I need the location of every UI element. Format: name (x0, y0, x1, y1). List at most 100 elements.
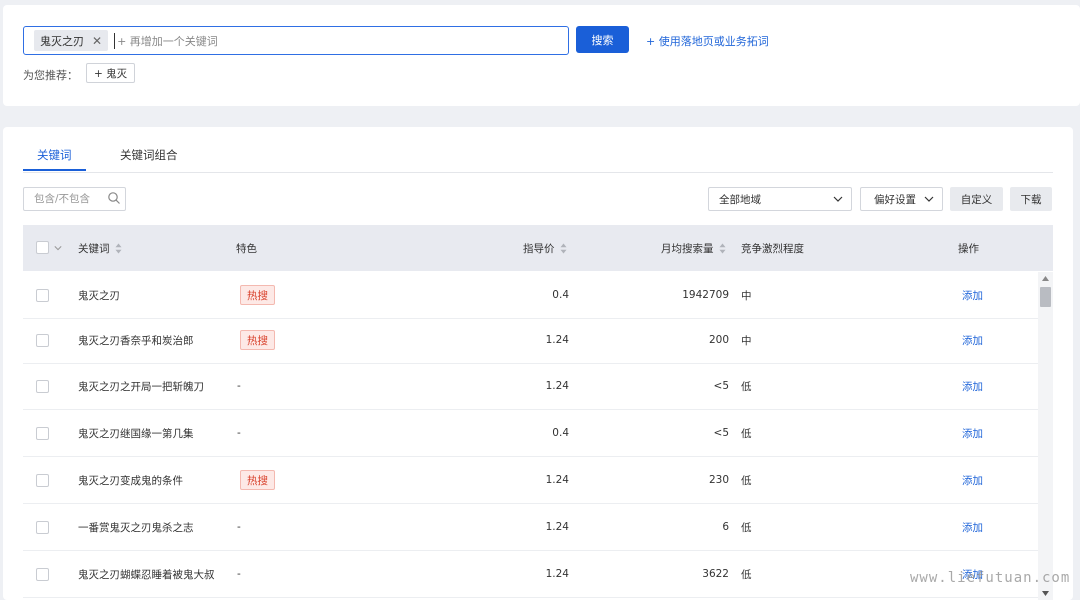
price-cell: 1.24 (545, 474, 569, 486)
search-icon[interactable] (107, 191, 121, 205)
watermark: www.liefutuan.com (910, 570, 1071, 586)
table-row: 鬼灭之刃 热搜 0.4 1942709 中 添加 (23, 272, 1038, 319)
keyword-tag: 鬼灭之刃 ✕ (34, 30, 109, 51)
table-row: 鬼灭之刃变成鬼的条件 热搜 1.24 230 低 添加 (23, 457, 1038, 504)
table-header: 关键词 特色 指导价 月均搜索量 竞争激烈程度 操作 (23, 225, 1053, 271)
volume-cell: <5 (713, 427, 729, 439)
add-keyword-link[interactable]: 添加 (962, 520, 983, 535)
volume-cell: 200 (708, 334, 729, 346)
add-keyword-link[interactable]: 添加 (962, 333, 983, 348)
table-row: 鬼灭之刃香奈乎和炭治郎 热搜 1.24 200 中 添加 (23, 317, 1038, 364)
download-button[interactable]: 下载 (1010, 187, 1052, 211)
volume-cell: <5 (713, 380, 729, 392)
header-feature: 特色 (236, 241, 257, 256)
tab-keywords[interactable]: 关键词 (37, 147, 72, 163)
tab-keyword-combination[interactable]: 关键词组合 (120, 147, 178, 163)
sort-icon[interactable] (560, 243, 567, 254)
volume-cell: 3622 (702, 568, 729, 580)
recommend-chip[interactable]: + 鬼灭 (86, 63, 136, 83)
tabs-divider (23, 172, 1053, 173)
competition-cell: 中 (741, 334, 752, 347)
competition-cell: 低 (741, 380, 752, 393)
sort-icon[interactable] (719, 243, 726, 254)
hot-badge: 热搜 (240, 470, 275, 490)
add-keyword-link[interactable]: 添加 (962, 379, 983, 394)
header-monthly-volume[interactable]: 月均搜索量 (661, 241, 726, 256)
row-checkbox[interactable] (36, 288, 49, 302)
volume-cell: 6 (722, 521, 729, 533)
scrollbar-thumb[interactable] (1040, 287, 1051, 307)
table-row: 鬼灭之刃之开局一把斩魄刀 - 1.24 <5 低 添加 (23, 363, 1038, 410)
volume-cell: 230 (708, 474, 729, 486)
customize-button[interactable]: 自定义 (950, 187, 1003, 211)
search-panel: 鬼灭之刃 ✕ + 再增加一个关键词 搜索 + 使用落地页或业务拓词 为您推荐： … (3, 5, 1080, 106)
price-cell: 1.24 (545, 568, 569, 580)
select-all-control[interactable] (36, 241, 62, 254)
feature-cell: - (237, 521, 241, 533)
feature-cell: - (237, 380, 241, 392)
header-competition: 竞争激烈程度 (741, 241, 804, 256)
search-button[interactable]: 搜索 (576, 26, 629, 53)
table-row: 鬼灭之刃蝴蝶忍睡着被鬼大叔 - 1.24 3622 低 添加 (23, 551, 1038, 598)
chevron-down-icon (833, 196, 843, 202)
search-placeholder: + 再增加一个关键词 (117, 34, 218, 48)
header-price[interactable]: 指导价 (523, 241, 567, 256)
scroll-down-arrow-icon[interactable] (1041, 590, 1050, 597)
price-cell: 0.4 (552, 289, 569, 301)
keyword-cell: 鬼灭之刃变成鬼的条件 (78, 474, 183, 487)
keyword-search-input[interactable]: 鬼灭之刃 ✕ + 再增加一个关键词 (23, 26, 569, 55)
add-keyword-link[interactable]: 添加 (962, 288, 983, 303)
add-keyword-link[interactable]: 添加 (962, 426, 983, 441)
price-cell: 1.24 (545, 521, 569, 533)
header-volume-label: 月均搜索量 (661, 243, 714, 255)
hot-badge: 热搜 (240, 330, 275, 350)
active-tab-indicator (23, 169, 86, 171)
region-select-value: 全部地域 (719, 193, 761, 206)
hot-badge: 热搜 (240, 285, 275, 305)
keyword-cell: 鬼灭之刃 (78, 289, 120, 302)
row-checkbox[interactable] (36, 520, 49, 534)
keyword-cell: 鬼灭之刃之开局一把斩魄刀 (78, 380, 204, 393)
scroll-up-arrow-icon[interactable] (1041, 275, 1050, 282)
chevron-down-icon[interactable] (54, 244, 62, 252)
keyword-tag-label: 鬼灭之刃 (40, 34, 84, 48)
competition-cell: 低 (741, 568, 752, 581)
results-panel: 关键词 关键词组合 全部地域 偏好设置 自定义 下载 关键词 (3, 127, 1073, 600)
feature-cell: - (237, 427, 241, 439)
competition-cell: 低 (741, 474, 752, 487)
preference-settings-dropdown[interactable]: 偏好设置 (860, 187, 943, 211)
price-cell: 1.24 (545, 334, 569, 346)
price-cell: 0.4 (552, 427, 569, 439)
table-row: 鬼灭之刃继国缘一第几集 - 0.4 <5 低 添加 (23, 410, 1038, 457)
select-all-checkbox[interactable] (36, 241, 49, 254)
row-checkbox[interactable] (36, 473, 49, 487)
row-checkbox[interactable] (36, 333, 49, 347)
header-keyword-label: 关键词 (78, 243, 110, 255)
header-action-label: 操作 (958, 243, 979, 255)
row-checkbox[interactable] (36, 426, 49, 440)
chevron-down-icon (924, 196, 934, 202)
preference-settings-label: 偏好设置 (874, 193, 916, 206)
sort-icon[interactable] (115, 243, 122, 254)
header-keyword[interactable]: 关键词 (78, 241, 122, 256)
row-checkbox[interactable] (36, 567, 49, 581)
recommend-label: 为您推荐： (23, 69, 78, 82)
close-icon[interactable]: ✕ (92, 34, 102, 48)
keyword-cell: 鬼灭之刃香奈乎和炭治郎 (78, 334, 194, 347)
feature-cell: - (237, 568, 241, 580)
keyword-cell: 一番赏鬼灭之刃鬼杀之志 (78, 521, 194, 534)
keyword-cell: 鬼灭之刃继国缘一第几集 (78, 427, 194, 440)
keyword-cell: 鬼灭之刃蝴蝶忍睡着被鬼大叔 (78, 568, 215, 581)
table-row: 一番赏鬼灭之刃鬼杀之志 - 1.24 6 低 添加 (23, 504, 1038, 551)
table-scrollbar[interactable] (1038, 272, 1053, 600)
header-competition-label: 竞争激烈程度 (741, 243, 804, 255)
landing-page-expand-link[interactable]: + 使用落地页或业务拓词 (646, 33, 769, 49)
header-feature-label: 特色 (236, 243, 257, 255)
region-select[interactable]: 全部地域 (708, 187, 852, 211)
add-keyword-link[interactable]: 添加 (962, 473, 983, 488)
competition-cell: 低 (741, 521, 752, 534)
row-checkbox[interactable] (36, 379, 49, 393)
competition-cell: 低 (741, 427, 752, 440)
header-action: 操作 (958, 241, 979, 256)
competition-cell: 中 (741, 289, 752, 302)
